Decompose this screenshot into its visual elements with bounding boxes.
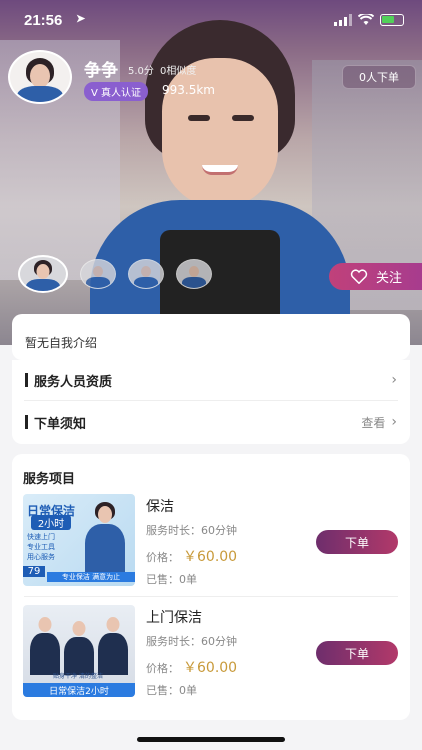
profile-hero [0,0,422,345]
status-time: 21:56 [24,12,63,29]
image-footer: 专业保洁 满意为止 [47,572,135,582]
heart-icon [350,269,368,284]
chevron-right-icon: › [391,414,397,430]
intro-text: 暂无自我介绍 [25,336,98,350]
service-item[interactable]: 日常保洁 2小时 快速上门 专业工具 用心服务 79 专业保洁 满意为止 保洁 … [12,494,410,589]
service-sold: 已售：0单 [146,684,197,697]
image-number: 79 [23,566,45,577]
orders-badge: 0人下单 [342,65,416,89]
service-image: 日常保洁 2小时 快速上门 专业工具 用心服务 79 专业保洁 满意为止 [23,494,135,586]
chevron-right-icon: › [391,372,397,388]
location-arrow-icon: ➤ [76,13,86,25]
row-label: 下单须知 [34,416,87,432]
photo-thumbnail[interactable] [128,259,164,289]
home-indicator[interactable] [137,737,285,742]
image-bullet: 快速上门 [27,533,55,541]
photo-thumbnail[interactable] [80,259,116,289]
service-price: ￥60.00 [183,549,238,565]
price-label: 价格： [146,551,179,564]
verified-badge: V 真人认证 [84,82,149,101]
service-price-row: 价格： ￥60.00 [146,546,237,566]
order-button[interactable]: 下单 [316,641,398,665]
service-name: 上门保洁 [146,610,202,626]
worker-name: 争争 [84,61,118,81]
services-title: 服务项目 [23,472,76,487]
image-caption: 贴身干净 清的整洁 [53,673,103,680]
price-label: 价格： [146,662,179,675]
service-name: 保洁 [146,499,174,515]
services-card: 服务项目 日常保洁 2小时 快速上门 专业工具 用心服务 79 专业保洁 满意为… [12,454,410,720]
service-sold: 已售：0单 [146,573,197,586]
wifi-icon [358,14,374,25]
row-qualification[interactable]: 服务人员资质 › [12,360,410,400]
photo-thumbnail[interactable] [18,255,68,293]
battery-icon [380,14,404,26]
row-order-notice[interactable]: 下单须知 查看 › [12,402,410,442]
view-link[interactable]: 查看 [361,414,385,431]
intro-card: 暂无自我介绍 [12,314,410,360]
info-card: 服务人员资质 › 下单须知 查看 › [12,360,410,444]
service-price: ￥60.00 [183,660,238,676]
service-item[interactable]: 贴身干净 清的整洁 日常保洁2小时 上门保洁 服务时长：60分钟 价格： ￥60.… [12,605,410,700]
image-sub: 2小时 [31,515,71,530]
image-footer: 日常保洁2小时 [23,683,135,697]
row-label: 服务人员资质 [34,374,113,390]
image-bullet: 用心服务 [27,553,55,561]
image-bullet: 专业工具 [27,543,55,551]
rating-score: 5.0分 [128,66,154,77]
service-duration: 服务时长：60分钟 [146,635,237,648]
service-image: 贴身干净 清的整洁 日常保洁2小时 [23,605,135,697]
status-bar: 21:56 ➤ [24,10,404,30]
signal-icon [334,14,352,26]
v-icon: V [91,88,98,99]
distance-text: 993.5km [162,83,215,97]
follow-button[interactable]: 关注 [329,263,422,290]
service-duration: 服务时长：60分钟 [146,524,237,537]
verified-label: 真人认证 [101,88,142,99]
avatar[interactable] [8,50,72,104]
service-price-row: 价格： ￥60.00 [146,657,237,677]
photo-thumbnails [18,255,212,293]
similarity-text: 0相似度 [160,66,197,77]
follow-label: 关注 [375,271,402,286]
photo-thumbnail[interactable] [176,259,212,289]
order-button[interactable]: 下单 [316,530,398,554]
